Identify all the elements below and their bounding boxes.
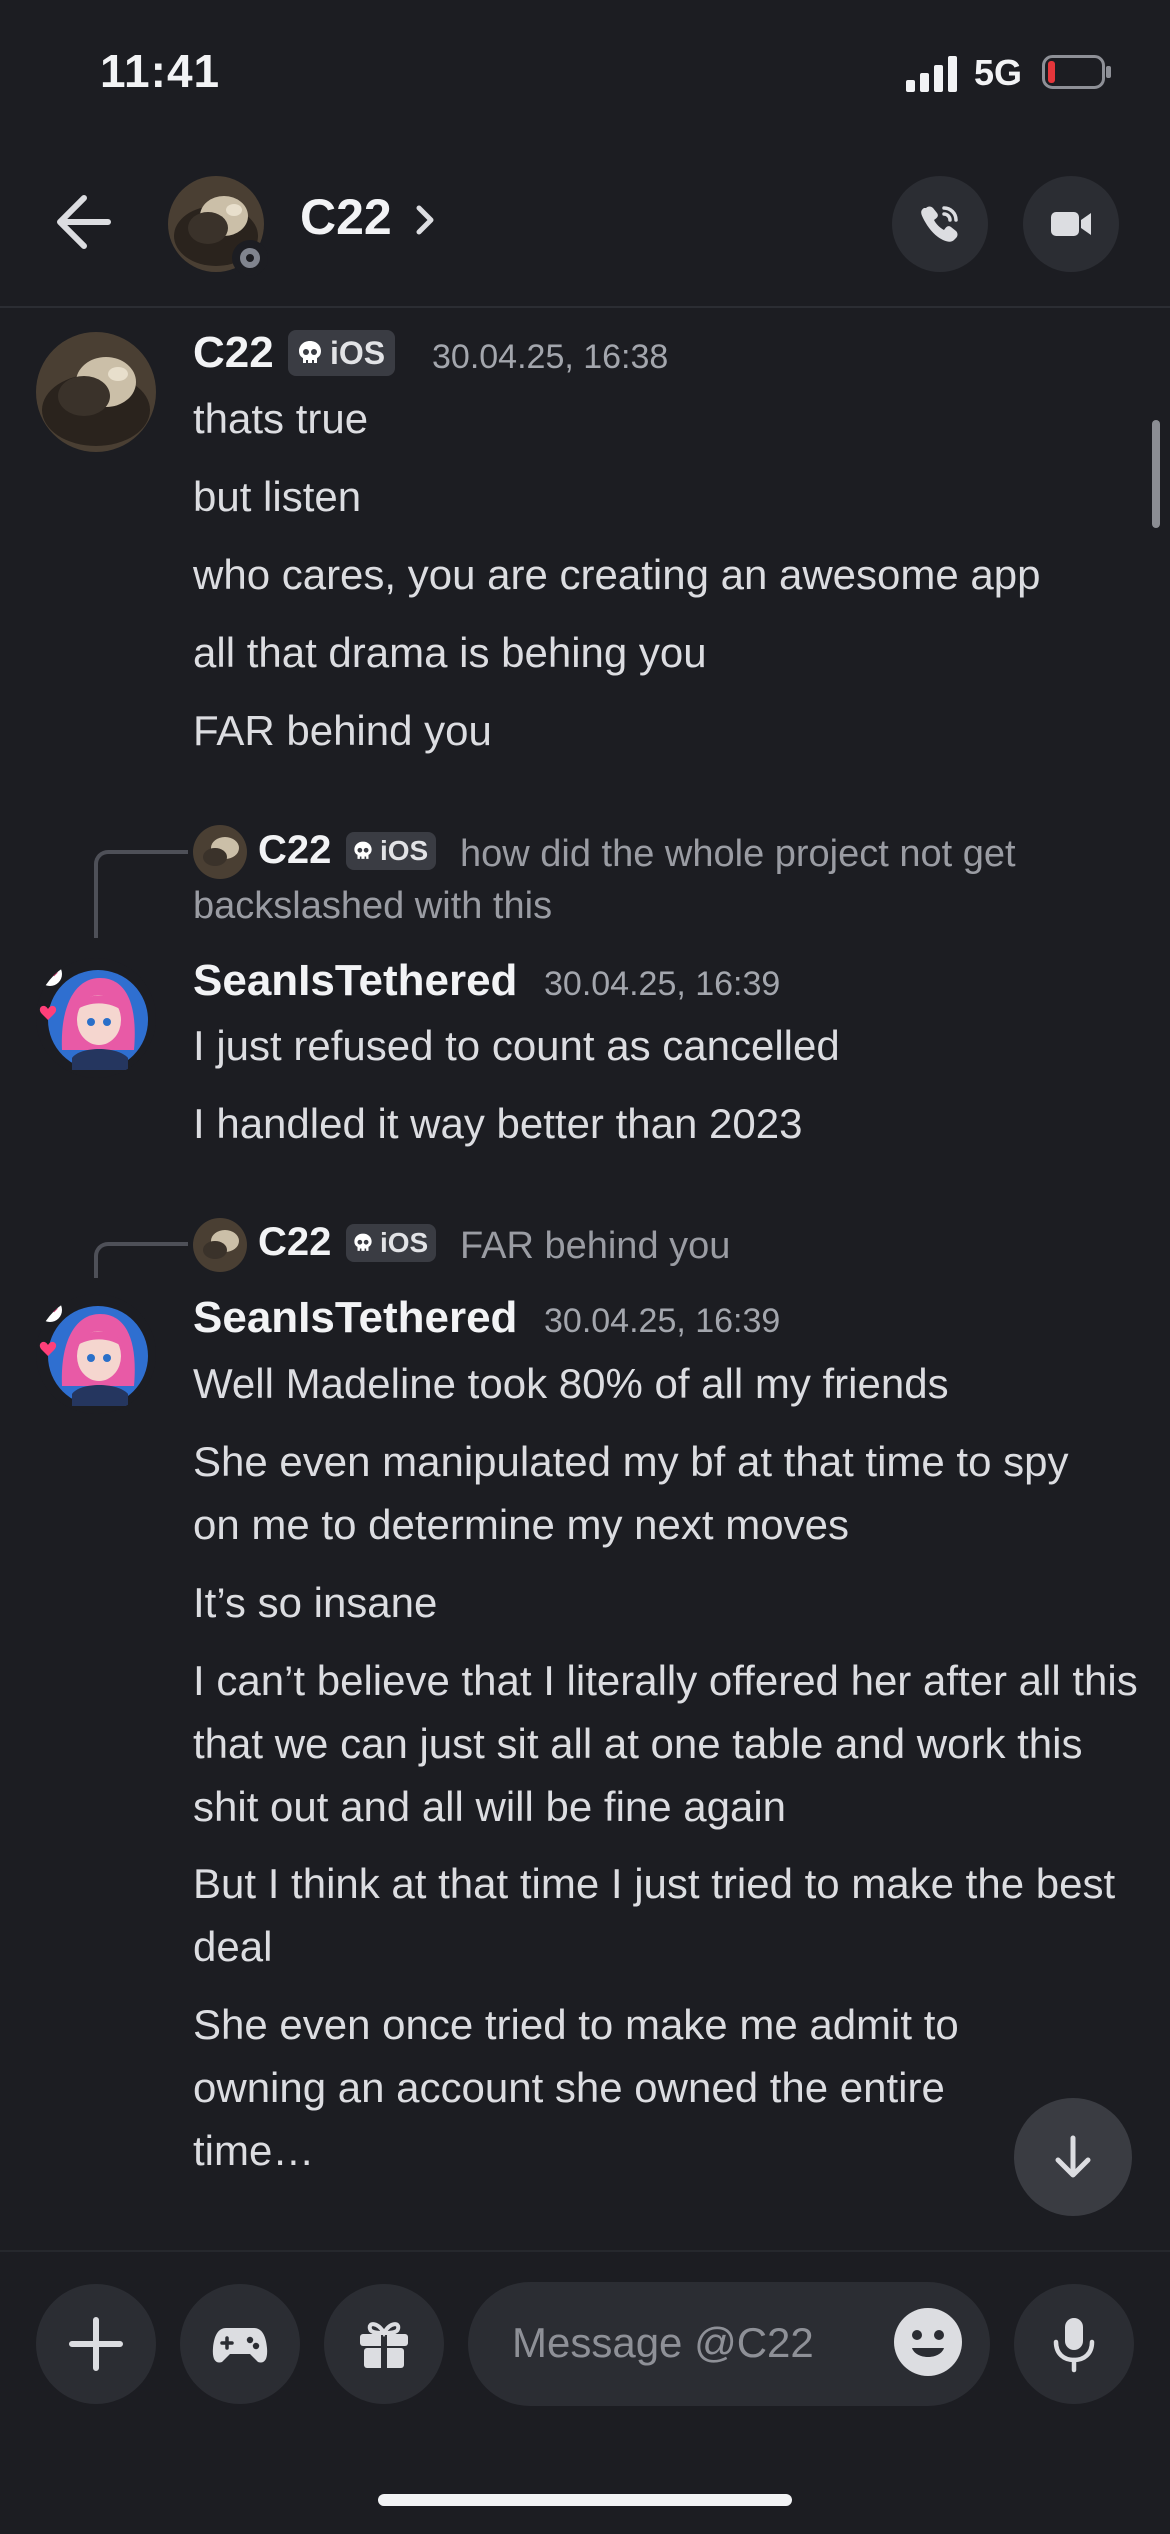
skull-icon — [299, 341, 321, 363]
voice-call-button[interactable] — [892, 176, 988, 272]
microphone-icon — [1053, 2318, 1095, 2373]
add-attachment-button[interactable] — [36, 2284, 156, 2404]
timestamp: 30.04.25, 16:38 — [432, 338, 669, 376]
video-camera-icon — [1051, 212, 1091, 236]
tag-label: iOS — [380, 835, 429, 866]
reply-preview[interactable]: FAR behind you — [460, 1220, 730, 1272]
status-indicator — [232, 240, 268, 276]
username[interactable]: SeanIsTethered — [193, 956, 517, 1006]
activities-button[interactable] — [180, 2284, 300, 2404]
scrollbar[interactable] — [1152, 420, 1160, 528]
timestamp: 30.04.25, 16:39 — [544, 965, 781, 1003]
battery-icon — [1042, 55, 1111, 89]
network-label: 5G — [974, 52, 1023, 93]
phone-call-icon — [921, 206, 958, 242]
ios-tag: iOS — [346, 1224, 437, 1262]
ios-tag: iOS — [346, 832, 437, 870]
message-text[interactable]: FAR behind you — [193, 699, 1138, 762]
message-text[interactable]: She even once tried to make me admit to … — [193, 1993, 1053, 2182]
gift-icon — [360, 2322, 408, 2368]
home-indicator — [378, 2494, 792, 2506]
plus-icon — [69, 2317, 123, 2371]
reply-username[interactable]: C22 — [258, 1220, 331, 1265]
message-text[interactable]: Well Madeline took 80% of all my friends — [193, 1352, 1138, 1415]
chevron-right-icon[interactable] — [410, 200, 440, 240]
avatar-seanistethered[interactable] — [36, 958, 156, 1078]
message-text[interactable]: She even manipulated my bf at that time … — [193, 1430, 1118, 1556]
timestamp: 30.04.25, 16:39 — [544, 1302, 781, 1340]
header-divider — [0, 306, 1170, 308]
reply-preview[interactable]: backslashed with this — [193, 880, 552, 932]
reply-connector — [94, 1242, 188, 1278]
ios-tag: iOS — [288, 330, 396, 376]
gamepad-icon — [212, 2328, 268, 2363]
gift-button[interactable] — [324, 2284, 444, 2404]
reply-username[interactable]: C22 — [258, 828, 331, 873]
skull-icon — [354, 841, 372, 859]
message-text[interactable]: I can’t believe that I literally offered… — [193, 1649, 1138, 1838]
message-text[interactable]: who cares, you are creating an awesome a… — [193, 543, 1138, 606]
status-time: 11:41 — [100, 45, 221, 97]
username[interactable]: SeanIsTethered — [193, 1293, 517, 1343]
message-text[interactable]: I just refused to count as cancelled — [193, 1014, 1138, 1077]
username[interactable]: C22 — [193, 328, 274, 378]
message-text[interactable]: but listen — [193, 465, 1138, 528]
message-text[interactable]: It’s so insane — [193, 1571, 1138, 1634]
reply-preview[interactable]: how did the whole project not get — [460, 828, 1016, 880]
tag-label: iOS — [380, 1227, 429, 1258]
voice-message-button[interactable] — [1014, 2284, 1134, 2404]
message-text[interactable]: I handled it way better than 2023 — [193, 1092, 1138, 1155]
reply-avatar — [193, 1218, 247, 1272]
reply-avatar — [193, 825, 247, 879]
message-text[interactable]: But I think at that time I just tried to… — [193, 1852, 1138, 1978]
back-arrow-icon[interactable] — [50, 190, 120, 254]
reply-connector — [94, 850, 188, 938]
avatar-seanistethered[interactable] — [36, 1294, 156, 1414]
message-text[interactable]: thats true — [193, 387, 1138, 450]
emoji-icon[interactable] — [892, 2306, 964, 2378]
signal-icon — [906, 56, 957, 92]
skull-icon — [354, 1233, 372, 1251]
message-text[interactable]: all that drama is behing you — [193, 621, 1138, 684]
jump-to-present-button[interactable] — [1014, 2098, 1132, 2216]
tag-label: iOS — [330, 334, 386, 371]
arrow-down-icon — [1055, 2135, 1091, 2178]
channel-title[interactable]: C22 — [300, 188, 392, 246]
video-call-button[interactable] — [1023, 176, 1119, 272]
avatar-c22[interactable] — [36, 332, 156, 452]
message-input[interactable] — [510, 2312, 874, 2374]
